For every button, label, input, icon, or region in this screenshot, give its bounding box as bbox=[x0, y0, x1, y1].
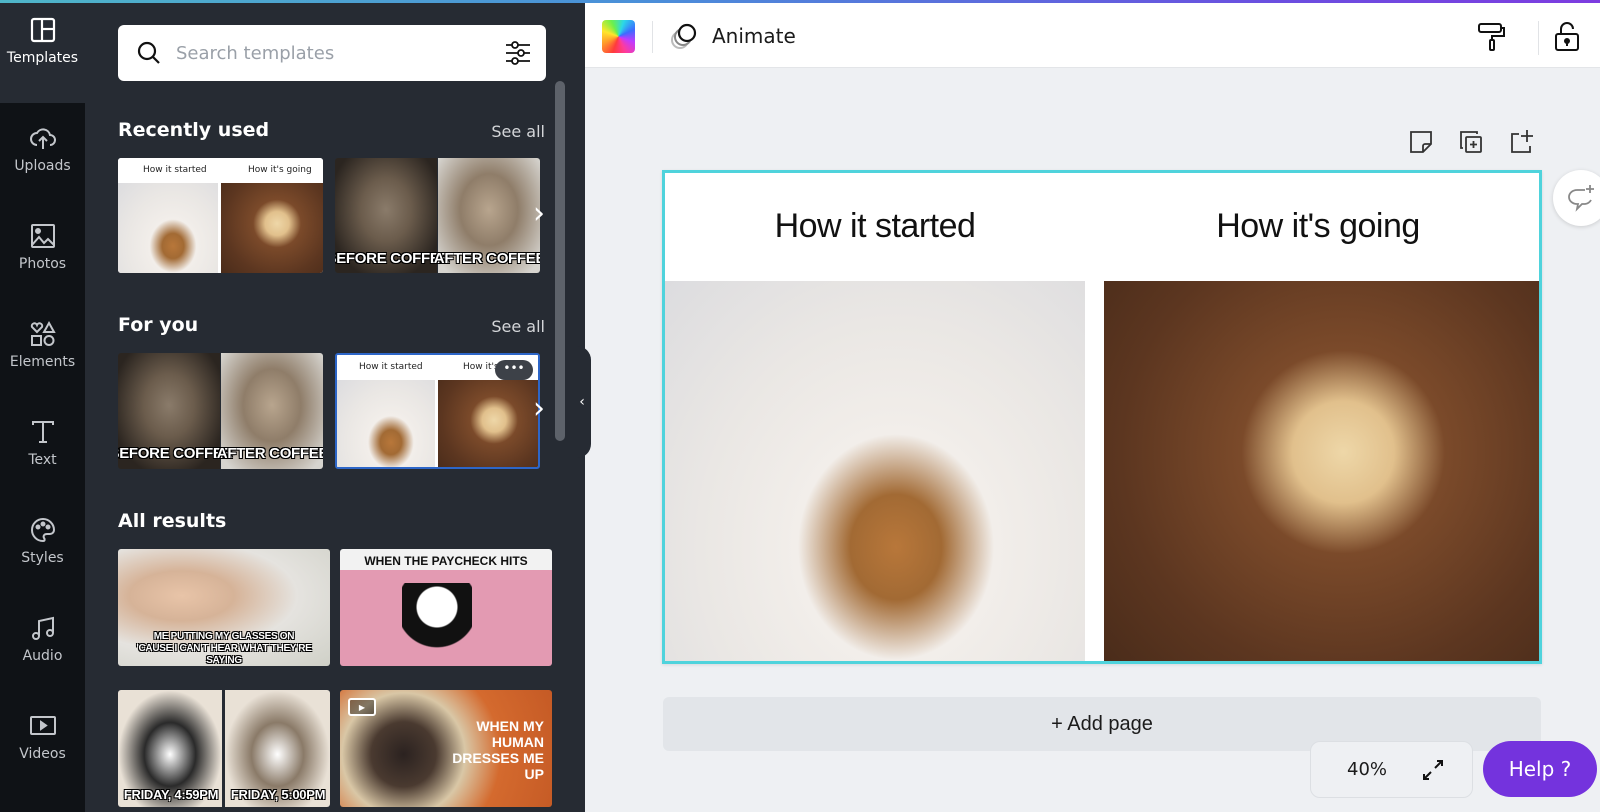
rail-item-photos[interactable]: Photos bbox=[0, 201, 85, 291]
templates-panel: Search templates Recently used See all H… bbox=[85, 3, 585, 812]
video-icon bbox=[29, 715, 56, 735]
text-icon bbox=[31, 420, 54, 443]
unlock-icon[interactable] bbox=[1552, 19, 1586, 53]
see-all-for-you-link[interactable]: See all bbox=[491, 317, 545, 336]
rail-item-audio[interactable]: Audio bbox=[0, 593, 85, 683]
toolbar-divider bbox=[652, 21, 653, 53]
puppy-image bbox=[118, 183, 218, 273]
template-thumb-how-it-started-selected[interactable]: How it started How it's going ••• bbox=[335, 353, 540, 469]
rail-label: Audio bbox=[22, 647, 63, 664]
carousel-next-for-you[interactable]: › bbox=[533, 391, 545, 426]
zoom-control: 40% bbox=[1310, 741, 1473, 798]
rail-item-text[interactable]: Text bbox=[0, 397, 85, 487]
color-picker-button[interactable] bbox=[602, 20, 635, 53]
rail-label: Styles bbox=[21, 549, 64, 566]
duplicate-page-icon[interactable] bbox=[1455, 126, 1487, 158]
thumb-caption: How it started bbox=[359, 362, 423, 372]
see-all-recent-link[interactable]: See all bbox=[491, 122, 545, 141]
dog-image bbox=[221, 183, 323, 273]
photo-icon bbox=[30, 223, 55, 248]
toolbar-divider bbox=[1538, 21, 1539, 55]
meme-caption: ME PUTTING MY GLASSES ON 'CAUSE I CAN'T … bbox=[136, 631, 312, 666]
add-page-icon[interactable] bbox=[1505, 126, 1537, 158]
music-note-icon bbox=[31, 616, 54, 640]
meme-caption: WHEN MY HUMAN DRESSES ME UP bbox=[452, 718, 544, 782]
shapes-icon bbox=[30, 320, 56, 346]
meme-caption: AFTER COFFEE bbox=[216, 445, 323, 462]
result-thumb-paycheck[interactable]: WHEN THE PAYCHECK HITS bbox=[340, 549, 552, 666]
section-title-all-results: All results bbox=[118, 510, 227, 532]
rail-label: Text bbox=[28, 451, 57, 468]
zoom-level[interactable]: 40% bbox=[1347, 759, 1387, 780]
result-thumb-glasses[interactable]: ME PUTTING MY GLASSES ON 'CAUSE I CAN'T … bbox=[118, 549, 330, 666]
rail-label: Photos bbox=[18, 255, 67, 272]
rail-item-templates[interactable]: Templates bbox=[0, 0, 85, 85]
upload-cloud-icon bbox=[29, 127, 56, 149]
rail-label: Uploads bbox=[14, 157, 71, 174]
more-options-button[interactable]: ••• bbox=[495, 360, 533, 380]
section-title-for-you: For you bbox=[118, 314, 199, 336]
add-comment-button[interactable] bbox=[1553, 170, 1600, 226]
template-thumb-coffee[interactable]: BEFORE COFFEE AFTER COFFEE bbox=[335, 158, 540, 273]
carousel-next-recent[interactable]: › bbox=[533, 196, 545, 231]
rail-label: Videos bbox=[19, 745, 66, 762]
video-badge-icon: ▶ bbox=[348, 698, 376, 716]
fullscreen-icon[interactable] bbox=[1419, 756, 1447, 784]
template-thumb-how-it-started[interactable]: How it started How it's going bbox=[118, 158, 323, 273]
panel-scrollbar[interactable] bbox=[555, 81, 565, 441]
animate-icon bbox=[671, 23, 697, 49]
animate-label: Animate bbox=[712, 24, 796, 48]
templates-icon bbox=[30, 17, 55, 42]
result-thumb-pug[interactable]: ▶ WHEN MY HUMAN DRESSES ME UP bbox=[340, 690, 552, 807]
rail-item-uploads[interactable]: Uploads bbox=[0, 103, 85, 193]
dog-image bbox=[438, 380, 538, 467]
rail-item-styles[interactable]: Styles bbox=[0, 495, 85, 585]
rail-label: Elements bbox=[9, 353, 76, 370]
meme-caption: FRIDAY, 5:00PM bbox=[230, 787, 326, 802]
meme-caption: WHEN THE PAYCHECK HITS bbox=[364, 554, 528, 568]
search-icon bbox=[137, 41, 160, 64]
meme-caption: AFTER COFFEE bbox=[433, 250, 540, 267]
paint-roller-icon[interactable] bbox=[1475, 20, 1509, 54]
left-heading[interactable]: How it started bbox=[665, 207, 1085, 246]
puppy-image bbox=[337, 380, 435, 467]
page-actions bbox=[1405, 126, 1537, 158]
thumb-caption: How it's going bbox=[248, 165, 312, 175]
result-thumb-friday[interactable]: FRIDAY, 4:59PM FRIDAY, 5:00PM bbox=[118, 690, 330, 807]
filter-sliders-icon[interactable] bbox=[504, 39, 532, 67]
rail-item-elements[interactable]: Elements bbox=[0, 299, 85, 389]
rail-item-videos[interactable]: Videos bbox=[0, 691, 85, 781]
animate-button[interactable]: Animate bbox=[668, 17, 796, 55]
puppy-photo[interactable] bbox=[665, 281, 1085, 661]
help-button[interactable]: Help ? bbox=[1483, 741, 1597, 797]
note-icon[interactable] bbox=[1405, 126, 1437, 158]
search-box[interactable]: Search templates bbox=[118, 25, 546, 81]
template-thumb-coffee[interactable]: BEFORE COFFEE AFTER COFFEE bbox=[118, 353, 323, 469]
dog-photo[interactable] bbox=[1104, 281, 1539, 661]
editor-toolbar: Animate bbox=[585, 3, 1600, 68]
top-gradient-bar bbox=[0, 0, 1600, 3]
collapse-panel-button[interactable]: ‹ bbox=[573, 346, 591, 458]
section-title-recent: Recently used bbox=[118, 119, 270, 141]
comment-plus-icon bbox=[1568, 185, 1594, 212]
search-input[interactable]: Search templates bbox=[176, 43, 504, 64]
palette-icon bbox=[30, 517, 55, 542]
side-rail: Templates Uploads Photos Elements Text S… bbox=[0, 0, 100, 812]
rail-label: Templates bbox=[6, 49, 79, 66]
panda-figure bbox=[402, 583, 472, 663]
design-page[interactable]: How it started How it's going bbox=[662, 170, 1542, 664]
thumb-caption: How it started bbox=[143, 165, 207, 175]
right-heading[interactable]: How it's going bbox=[1097, 207, 1539, 246]
